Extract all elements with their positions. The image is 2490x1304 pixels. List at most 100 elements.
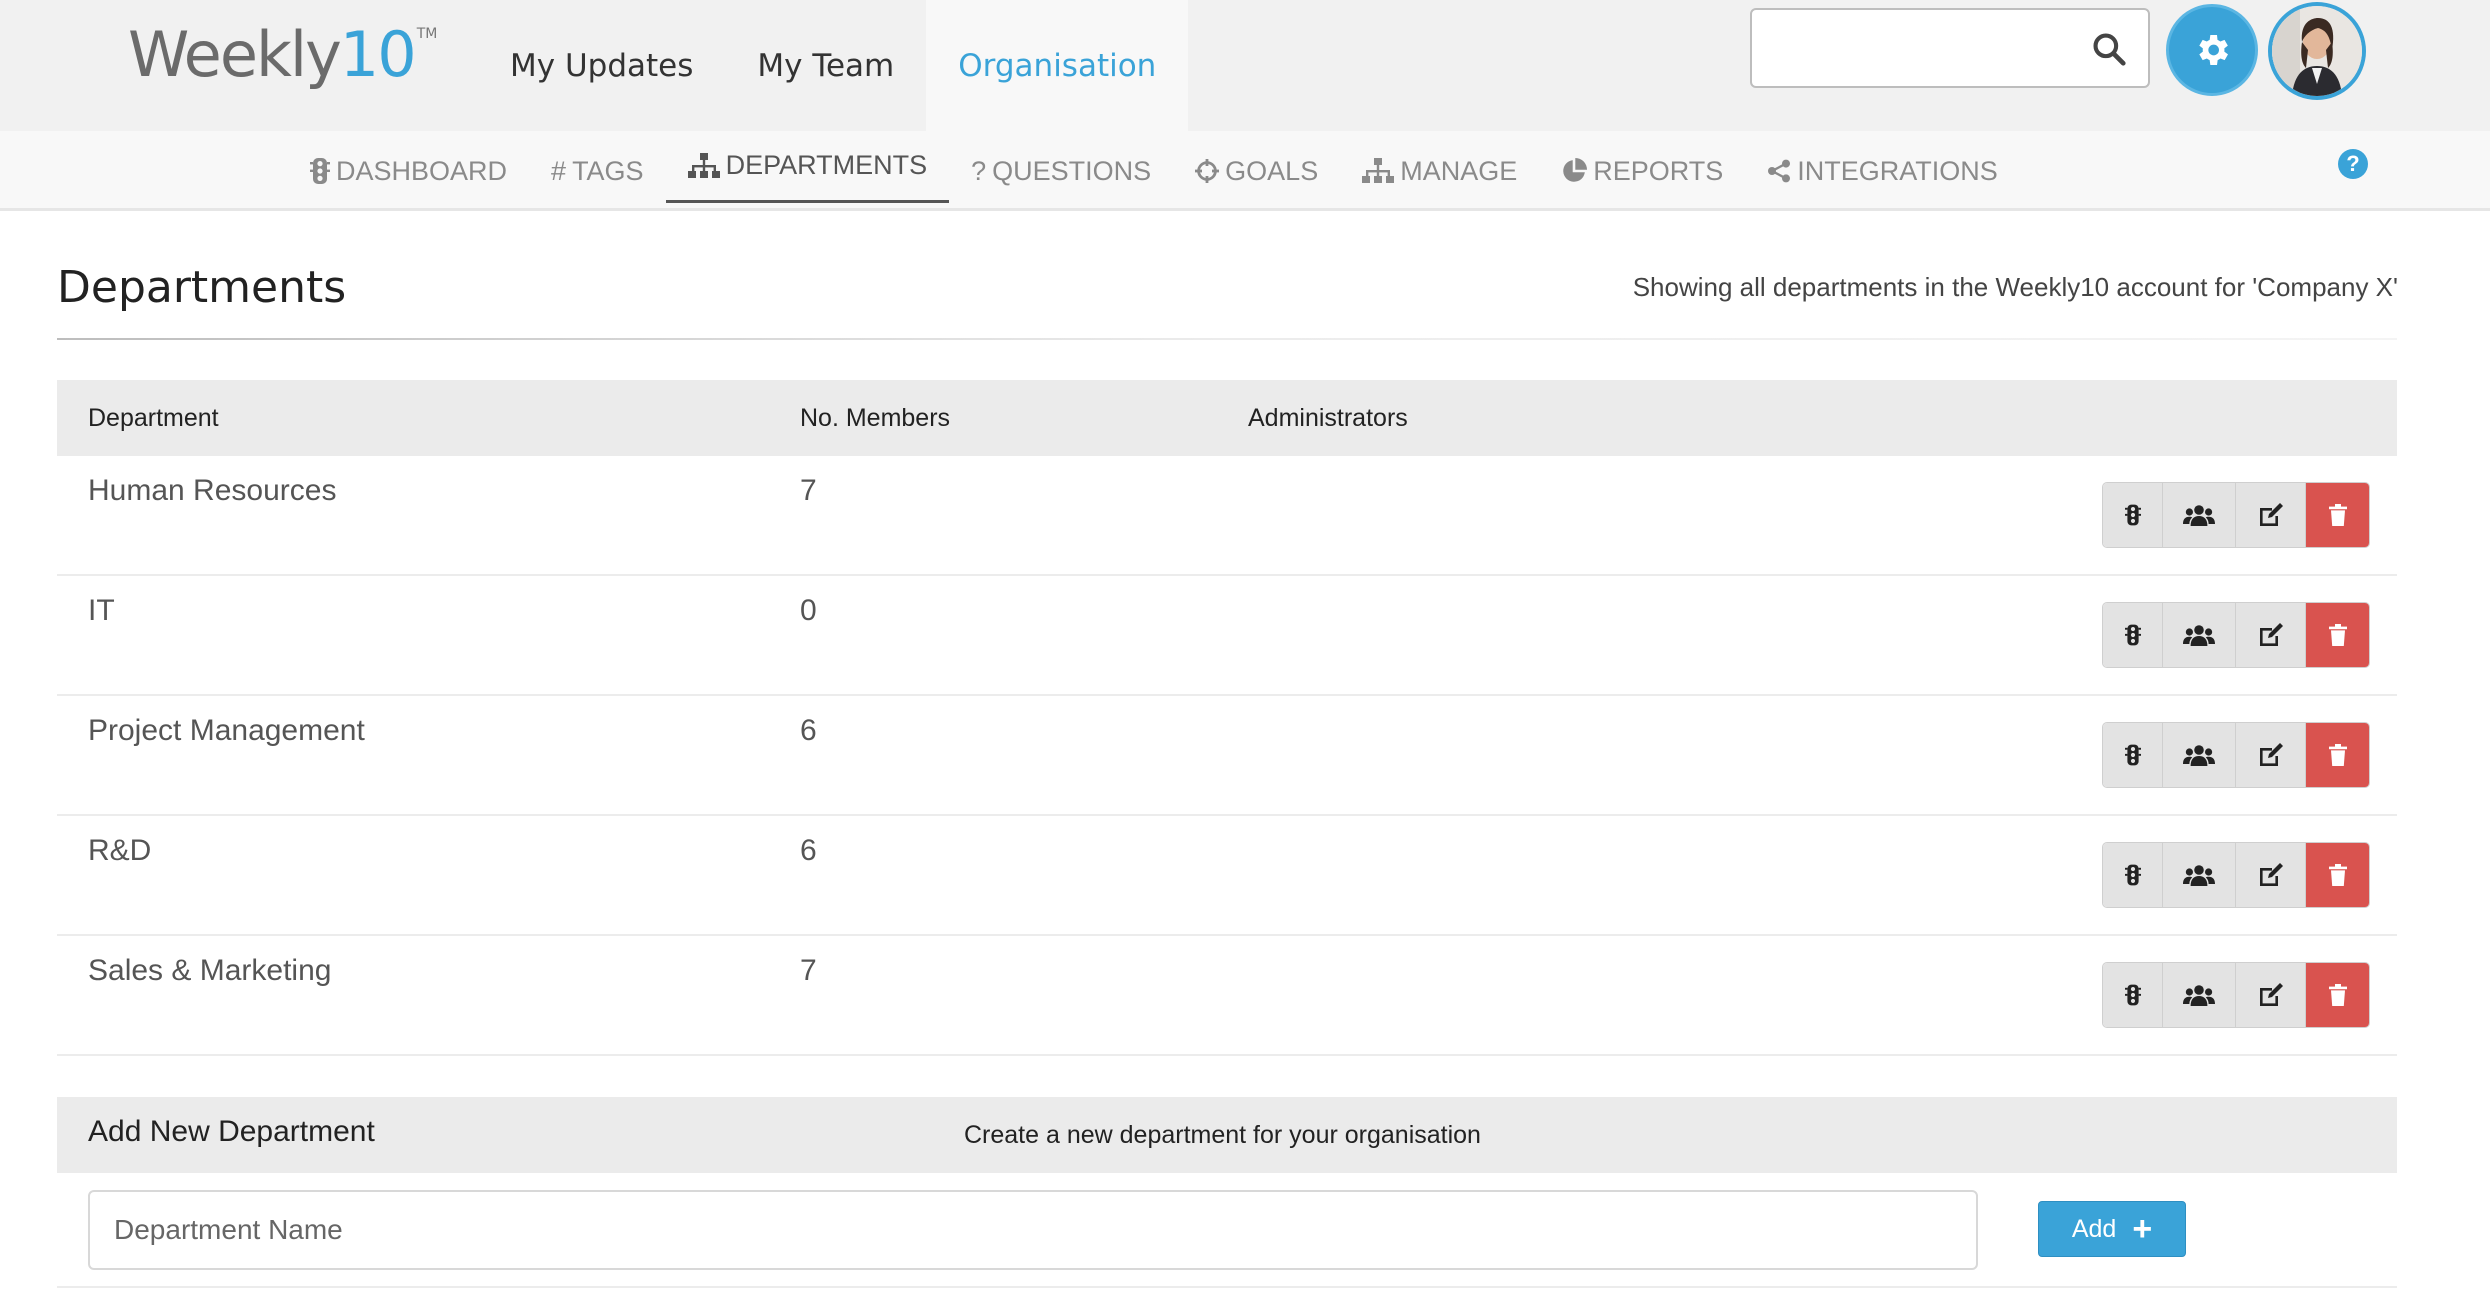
- divider: [57, 338, 2397, 340]
- add-department-button[interactable]: Add +: [2038, 1201, 2186, 1257]
- member-count: 6: [800, 714, 817, 747]
- table-row: Sales & Marketing 7: [57, 936, 2397, 1056]
- members-button[interactable]: [2163, 603, 2236, 667]
- search-input[interactable]: [1764, 20, 2084, 76]
- department-name: Project Management: [88, 714, 365, 747]
- trash-icon: [2328, 504, 2347, 526]
- tab-manage[interactable]: MANAGE: [1340, 131, 1539, 211]
- table-row: R&D 6: [57, 816, 2397, 936]
- column-header-department: Department: [88, 404, 219, 432]
- trash-icon: [2328, 624, 2347, 646]
- users-icon: [2183, 504, 2215, 526]
- delete-button[interactable]: [2306, 843, 2369, 907]
- plus-icon: +: [2132, 1210, 2153, 1248]
- traffic-light-icon: [2124, 863, 2141, 887]
- tab-dashboard-label: DASHBOARD: [336, 155, 508, 186]
- add-button-label: Add: [2071, 1214, 2117, 1243]
- trash-icon: [2328, 984, 2347, 1006]
- tab-reports-label: REPORTS: [1593, 155, 1724, 186]
- edit-button[interactable]: [2236, 483, 2306, 547]
- users-icon: [2183, 624, 2215, 646]
- edit-icon: [2258, 862, 2284, 888]
- department-name-input[interactable]: [88, 1190, 1978, 1270]
- tab-dashboard[interactable]: DASHBOARD: [288, 131, 529, 211]
- dashboard-button[interactable]: [2103, 723, 2163, 787]
- top-bar: Weekly10 TM My Updates My Team Organisati…: [0, 0, 2490, 131]
- edit-icon: [2258, 742, 2284, 768]
- logo-main: Weekly: [128, 18, 342, 91]
- avatar-photo: [2272, 6, 2362, 96]
- add-department-subtitle: Create a new department for your organis…: [964, 1121, 1481, 1149]
- members-button[interactable]: [2163, 483, 2236, 547]
- dashboard-button[interactable]: [2103, 963, 2163, 1027]
- row-actions: [2102, 962, 2370, 1028]
- tab-manage-label: MANAGE: [1400, 155, 1518, 186]
- edit-button[interactable]: [2236, 963, 2306, 1027]
- column-header-members: No. Members: [800, 404, 951, 432]
- delete-button[interactable]: [2306, 483, 2369, 547]
- user-avatar[interactable]: [2268, 2, 2366, 100]
- member-count: 7: [800, 474, 817, 507]
- traffic-light-icon: [2124, 503, 2141, 527]
- row-actions: [2102, 842, 2370, 908]
- person-photo-icon: [2272, 6, 2362, 96]
- tab-departments[interactable]: DEPARTMENTS: [665, 131, 950, 203]
- page-title: Departments: [57, 262, 347, 313]
- delete-button[interactable]: [2306, 723, 2369, 787]
- delete-button[interactable]: [2306, 603, 2369, 667]
- edit-button[interactable]: [2236, 723, 2306, 787]
- members-button[interactable]: [2163, 843, 2236, 907]
- table-row: Human Resources 7: [57, 456, 2397, 576]
- traffic-light-icon: [2124, 983, 2141, 1007]
- tab-goals[interactable]: GOALS: [1173, 131, 1340, 211]
- dashboard-button[interactable]: [2103, 843, 2163, 907]
- sitemap-icon: [687, 152, 720, 179]
- dashboard-button[interactable]: [2103, 603, 2163, 667]
- tab-integrations-label: INTEGRATIONS: [1797, 155, 1998, 186]
- nav-organisation[interactable]: Organisation: [926, 0, 1189, 131]
- crosshairs-icon: [1195, 159, 1220, 183]
- members-button[interactable]: [2163, 723, 2236, 787]
- divider: [57, 1286, 2397, 1288]
- tab-questions[interactable]: ? QUESTIONS: [949, 131, 1173, 211]
- traffic-light-icon: [2124, 743, 2141, 767]
- traffic-light-icon: [310, 157, 330, 185]
- tab-reports[interactable]: REPORTS: [1539, 131, 1745, 211]
- weekly10-logo[interactable]: Weekly10 TM: [128, 18, 437, 91]
- sitemap-icon: [1362, 158, 1395, 184]
- department-name: Human Resources: [88, 474, 337, 507]
- nav-my-team[interactable]: My Team: [725, 0, 926, 131]
- pie-chart-icon: [1561, 158, 1588, 184]
- hashtag-icon: #: [551, 155, 567, 186]
- search-box: [1750, 8, 2150, 88]
- department-name: IT: [88, 594, 115, 627]
- dashboard-button[interactable]: [2103, 483, 2163, 547]
- tab-tags[interactable]: # TAGS: [529, 131, 666, 211]
- help-icon[interactable]: ?: [2338, 149, 2368, 179]
- tab-integrations[interactable]: INTEGRATIONS: [1745, 131, 2020, 211]
- department-name: R&D: [88, 834, 152, 867]
- row-actions: [2102, 722, 2370, 788]
- users-icon: [2183, 984, 2215, 1006]
- edit-button[interactable]: [2236, 603, 2306, 667]
- page-subtitle: Showing all departments in the Weekly10 …: [1632, 272, 2398, 302]
- users-icon: [2183, 864, 2215, 886]
- department-name: Sales & Marketing: [88, 954, 332, 987]
- table-row: IT 0: [57, 576, 2397, 696]
- settings-button[interactable]: [2166, 4, 2258, 96]
- table-row: Project Management 6: [57, 696, 2397, 816]
- table-header: Department No. Members Administrators: [57, 380, 2397, 456]
- edit-icon: [2258, 982, 2284, 1008]
- search-icon[interactable]: [2090, 30, 2128, 68]
- members-button[interactable]: [2163, 963, 2236, 1027]
- logo-trademark: TM: [416, 26, 438, 42]
- departments-table: Department No. Members Administrators Hu…: [57, 380, 2397, 1056]
- delete-button[interactable]: [2306, 963, 2369, 1027]
- nav-my-updates[interactable]: My Updates: [478, 0, 725, 131]
- trash-icon: [2328, 864, 2347, 886]
- main-nav: My Updates My Team Organisation: [478, 0, 1189, 131]
- add-department-header: Add New Department Create a new departme…: [57, 1097, 2397, 1173]
- edit-button[interactable]: [2236, 843, 2306, 907]
- column-header-administrators: Administrators: [1248, 404, 1408, 432]
- row-actions: [2102, 602, 2370, 668]
